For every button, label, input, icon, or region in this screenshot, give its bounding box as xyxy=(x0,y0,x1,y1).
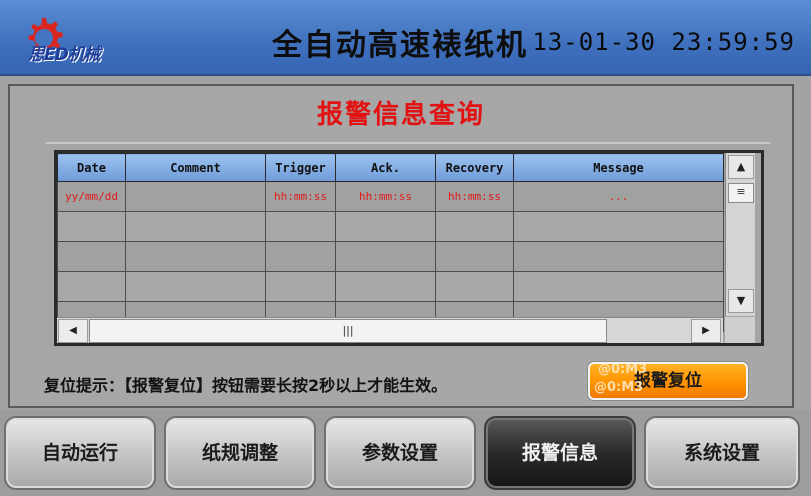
alarm-reset-button[interactable]: 报警复位 @0:M3 @0:M3 xyxy=(588,362,748,400)
datetime-display: 13-01-30 23:59:59 xyxy=(532,28,795,56)
table-row[interactable] xyxy=(57,211,724,242)
app-title: 全自动高速裱纸机 xyxy=(272,28,528,63)
table-row[interactable] xyxy=(57,271,724,302)
cell-message xyxy=(513,241,724,272)
cell-date: yy/mm/dd xyxy=(57,181,126,212)
cell-comment xyxy=(125,211,266,242)
reset-hint-text: 复位提示：【报警复位】按钮需要长按2秒以上才能生效。 xyxy=(44,376,448,395)
logo-text: 思ED机械 xyxy=(28,45,101,65)
column-header-date[interactable]: Date xyxy=(57,153,126,182)
alarm-table: Date Comment Trigger Ack. Recovery Messa… xyxy=(57,153,724,332)
column-header-comment[interactable]: Comment xyxy=(125,153,266,182)
cell-date xyxy=(57,271,126,302)
alarm-table-viewport: Date Comment Trigger Ack. Recovery Messa… xyxy=(57,153,761,343)
cell-trigger xyxy=(265,211,336,242)
table-row[interactable]: yy/mm/dd hh:mm:ss hh:mm:ss hh:mm:ss ... xyxy=(57,181,724,212)
cell-trigger xyxy=(265,241,336,272)
cell-message xyxy=(513,271,724,302)
bottom-navigation: 自动运行 纸规调整 参数设置 报警信息 系统设置 xyxy=(0,410,811,496)
column-header-recovery[interactable]: Recovery xyxy=(435,153,514,182)
cell-comment xyxy=(125,181,266,212)
vertical-scrollbar[interactable]: ▲ ≡ ▼ xyxy=(725,153,755,316)
table-row[interactable] xyxy=(57,241,724,272)
scroll-down-icon[interactable]: ▼ xyxy=(728,289,754,313)
vertical-scroll-thumb[interactable]: ≡ xyxy=(728,183,754,203)
nav-system-settings-button[interactable]: 系统设置 xyxy=(644,416,800,490)
cell-date xyxy=(57,211,126,242)
column-header-message[interactable]: Message xyxy=(513,153,724,182)
nav-alarm-info-button[interactable]: 报警信息 xyxy=(484,416,636,490)
company-logo: 思ED机械 xyxy=(6,14,136,66)
cell-date xyxy=(57,241,126,272)
horizontal-scroll-thumb[interactable]: ||| xyxy=(89,319,607,343)
cell-ack xyxy=(335,271,436,302)
cell-trigger xyxy=(265,271,336,302)
cell-recovery: hh:mm:ss xyxy=(435,181,514,212)
scroll-up-icon[interactable]: ▲ xyxy=(728,155,754,179)
scroll-right-icon[interactable]: ▶ xyxy=(691,319,721,343)
cell-trigger: hh:mm:ss xyxy=(265,181,336,212)
column-header-trigger[interactable]: Trigger xyxy=(265,153,336,182)
cell-message: ... xyxy=(513,181,724,212)
cell-comment xyxy=(125,241,266,272)
scrollbar-corner xyxy=(725,317,755,343)
cell-comment xyxy=(125,271,266,302)
nav-paper-guide-button[interactable]: 纸规调整 xyxy=(164,416,316,490)
column-header-ack[interactable]: Ack. xyxy=(335,153,436,182)
cell-ack xyxy=(335,211,436,242)
nav-parameters-button[interactable]: 参数设置 xyxy=(324,416,476,490)
alarm-table-header-row: Date Comment Trigger Ack. Recovery Messa… xyxy=(57,153,724,182)
title-bar: 思ED机械 全自动高速裱纸机 13-01-30 23:59:59 xyxy=(0,0,811,76)
cell-recovery xyxy=(435,211,514,242)
alarm-table-frame: Date Comment Trigger Ack. Recovery Messa… xyxy=(54,150,764,346)
cell-recovery xyxy=(435,241,514,272)
nav-auto-run-button[interactable]: 自动运行 xyxy=(4,416,156,490)
cell-ack: hh:mm:ss xyxy=(335,181,436,212)
alarm-reset-label: 报警复位 xyxy=(634,371,702,391)
cell-recovery xyxy=(435,271,514,302)
cell-message xyxy=(513,211,724,242)
alarm-panel: 报警信息查询 Date Comment Trigger Ack. Recover… xyxy=(8,84,794,408)
alarm-table-panel: Date Comment Trigger Ack. Recovery Messa… xyxy=(46,142,770,348)
horizontal-scrollbar[interactable]: ◀ ||| ▶ xyxy=(57,317,723,343)
page-title: 报警信息查询 xyxy=(316,100,485,130)
cell-ack xyxy=(335,241,436,272)
scroll-left-icon[interactable]: ◀ xyxy=(58,319,88,343)
